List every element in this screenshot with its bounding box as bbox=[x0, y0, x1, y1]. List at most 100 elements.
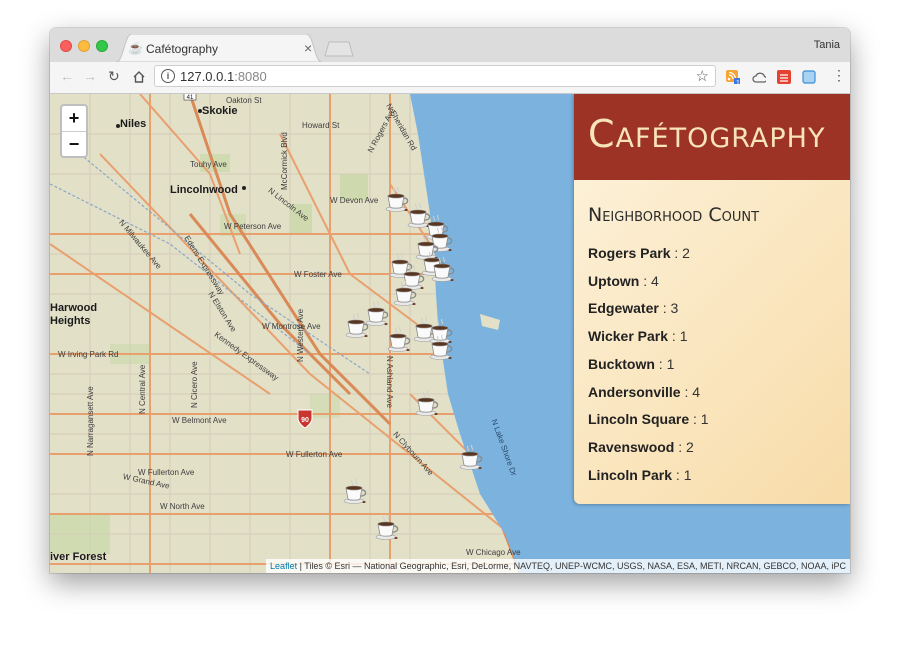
map-label-niles: Niles bbox=[120, 118, 147, 130]
count-separator: : bbox=[672, 466, 684, 483]
street-label-touhy: Touhy Ave bbox=[190, 160, 227, 169]
neighborhood-count: 1 bbox=[679, 328, 688, 345]
street-label-north: W North Ave bbox=[160, 502, 205, 511]
neighborhood-count: 4 bbox=[692, 383, 701, 400]
zoom-control: + − bbox=[60, 104, 88, 158]
count-separator: : bbox=[639, 272, 651, 289]
coffee-cup-icon[interactable] bbox=[428, 334, 454, 360]
map-label-heights: Heights bbox=[50, 315, 91, 327]
neighborhood-row: Andersonville : 4 bbox=[588, 384, 700, 400]
street-label-howard: Howard St bbox=[302, 121, 340, 130]
count-separator: : bbox=[668, 328, 680, 345]
map-view[interactable]: 90 41 Niles Skokie Lincolnwood Harwood H… bbox=[50, 94, 850, 573]
coffee-cup-icon[interactable] bbox=[342, 478, 368, 504]
count-separator: : bbox=[658, 300, 671, 317]
neighborhood-row: Edgewater : 3 bbox=[588, 300, 678, 316]
street-label-belmont: W Belmont Ave bbox=[172, 416, 227, 425]
zoom-in-button[interactable]: + bbox=[62, 106, 86, 132]
title-bar: ☕ Cafétography × Tania bbox=[50, 28, 850, 62]
info-icon[interactable]: i bbox=[161, 69, 175, 83]
neighborhood-name: Bucktown bbox=[588, 355, 655, 372]
rss-extension-icon[interactable]: 1 bbox=[726, 70, 740, 84]
url-port: :8080 bbox=[234, 69, 267, 84]
count-separator: : bbox=[680, 383, 693, 400]
neighborhood-name: Lincoln Square bbox=[588, 411, 690, 428]
street-label-chicago: W Chicago Ave bbox=[466, 548, 521, 557]
street-label-fullerton-east: W Fullerton Ave bbox=[286, 450, 343, 459]
coffee-cup-icon[interactable] bbox=[374, 514, 400, 540]
map-attribution: Leaflet | Tiles © Esri — National Geogra… bbox=[266, 559, 850, 573]
neighborhood-name: Uptown bbox=[588, 272, 640, 289]
coffee-cup-icon[interactable] bbox=[392, 280, 418, 306]
count-separator: : bbox=[654, 355, 667, 372]
coffee-cup-icon[interactable] bbox=[414, 390, 440, 416]
neighborhood-name: Edgewater bbox=[588, 300, 659, 317]
coffee-cup-icon[interactable] bbox=[458, 444, 484, 470]
route-41-label: 41 bbox=[187, 95, 194, 101]
leaflet-link[interactable]: Leaflet bbox=[270, 561, 297, 571]
neighborhood-count: 4 bbox=[651, 272, 659, 289]
minimize-window-button[interactable] bbox=[78, 40, 90, 52]
street-label-mccormick: McCormick Blvd bbox=[280, 132, 289, 190]
home-icon[interactable] bbox=[132, 70, 146, 84]
url-text: 127.0.0.1:8080 bbox=[180, 69, 267, 84]
street-label-narragansett: N Narragansett Ave bbox=[86, 386, 95, 456]
map-label-lincolnwood: Lincolnwood bbox=[170, 184, 238, 196]
street-label-central: N Central Ave bbox=[138, 364, 147, 414]
count-separator: : bbox=[689, 411, 701, 428]
route-41-shield: 41 bbox=[183, 94, 197, 101]
street-label-irving: W Irving Park Rd bbox=[58, 350, 119, 359]
street-label-devon: W Devon Ave bbox=[330, 196, 379, 205]
browser-window: ☕ Cafétography × Tania ← → ↻ i 127.0.0.1… bbox=[50, 28, 850, 573]
cloud-extension-icon[interactable] bbox=[752, 70, 766, 84]
coffee-cup-icon[interactable] bbox=[364, 300, 390, 326]
lincolnwood-dot bbox=[242, 186, 246, 190]
menu-kebab-icon[interactable]: ⋮ bbox=[832, 67, 846, 84]
neighborhood-name: Ravenswood bbox=[588, 438, 675, 455]
neighborhood-row: Bucktown : 1 bbox=[588, 356, 674, 372]
zoom-out-button[interactable]: − bbox=[62, 132, 86, 157]
street-label-peterson: W Peterson Ave bbox=[224, 222, 282, 231]
svg-text:1: 1 bbox=[736, 80, 740, 84]
niles-dot bbox=[116, 124, 120, 128]
map-label-skokie: Skokie bbox=[202, 105, 238, 117]
map-label-harwood: Harwood bbox=[50, 302, 98, 314]
zoom-window-button[interactable] bbox=[96, 40, 108, 52]
neighborhood-name: Wicker Park bbox=[588, 328, 669, 345]
count-separator: : bbox=[670, 245, 683, 261]
profile-name[interactable]: Tania bbox=[814, 39, 840, 51]
bookmark-star-icon[interactable]: ☆ bbox=[696, 67, 709, 85]
address-bar[interactable]: i 127.0.0.1:8080 ☆ bbox=[154, 65, 716, 87]
street-label-oakton: Oakton St bbox=[226, 96, 262, 105]
neighborhood-count: 1 bbox=[700, 411, 709, 428]
neighborhood-count: 3 bbox=[670, 300, 679, 317]
street-label-foster: W Foster Ave bbox=[294, 270, 342, 279]
tab-close-icon[interactable]: × bbox=[304, 40, 312, 56]
tab-cafetography[interactable]: ☕ Cafétography × bbox=[116, 34, 322, 62]
coffee-cup-icon[interactable] bbox=[430, 256, 456, 282]
neighborhood-row: Rogers Park : 2 bbox=[588, 245, 690, 261]
panel-title: Cafétography bbox=[588, 112, 826, 156]
close-window-button[interactable] bbox=[60, 40, 72, 52]
neighborhood-name: Andersonville bbox=[588, 383, 681, 400]
neighborhood-row: Lincoln Square : 1 bbox=[588, 411, 709, 427]
todoist-extension-icon[interactable] bbox=[777, 70, 791, 84]
url-host: 127.0.0.1 bbox=[180, 69, 235, 84]
neighborhood-count: 2 bbox=[686, 438, 694, 455]
neighborhood-panel: Cafétography Neighborhood Count Rogers P… bbox=[574, 94, 850, 504]
back-arrow-icon[interactable]: ← bbox=[60, 68, 74, 84]
attribution-text: | Tiles © Esri — National Geographic, Es… bbox=[297, 561, 846, 571]
coffee-cup-icon[interactable] bbox=[386, 326, 412, 352]
count-separator: : bbox=[674, 438, 687, 455]
tab-title: Cafétography bbox=[146, 42, 219, 56]
neighborhood-count: 2 bbox=[682, 245, 690, 261]
window-extension-icon[interactable] bbox=[802, 70, 816, 84]
forward-arrow-icon[interactable]: → bbox=[83, 68, 97, 84]
skokie-dot bbox=[198, 109, 202, 113]
reload-icon[interactable]: ↻ bbox=[108, 68, 120, 85]
map-label-river-forest: iver Forest bbox=[50, 551, 107, 563]
street-label-montrose: W Montrose Ave bbox=[262, 322, 321, 331]
browser-toolbar: ← → ↻ i 127.0.0.1:8080 ☆ 1 ⋮ bbox=[50, 62, 850, 94]
neighborhood-row: Ravenswood : 2 bbox=[588, 439, 694, 455]
new-tab-button[interactable] bbox=[324, 41, 354, 57]
